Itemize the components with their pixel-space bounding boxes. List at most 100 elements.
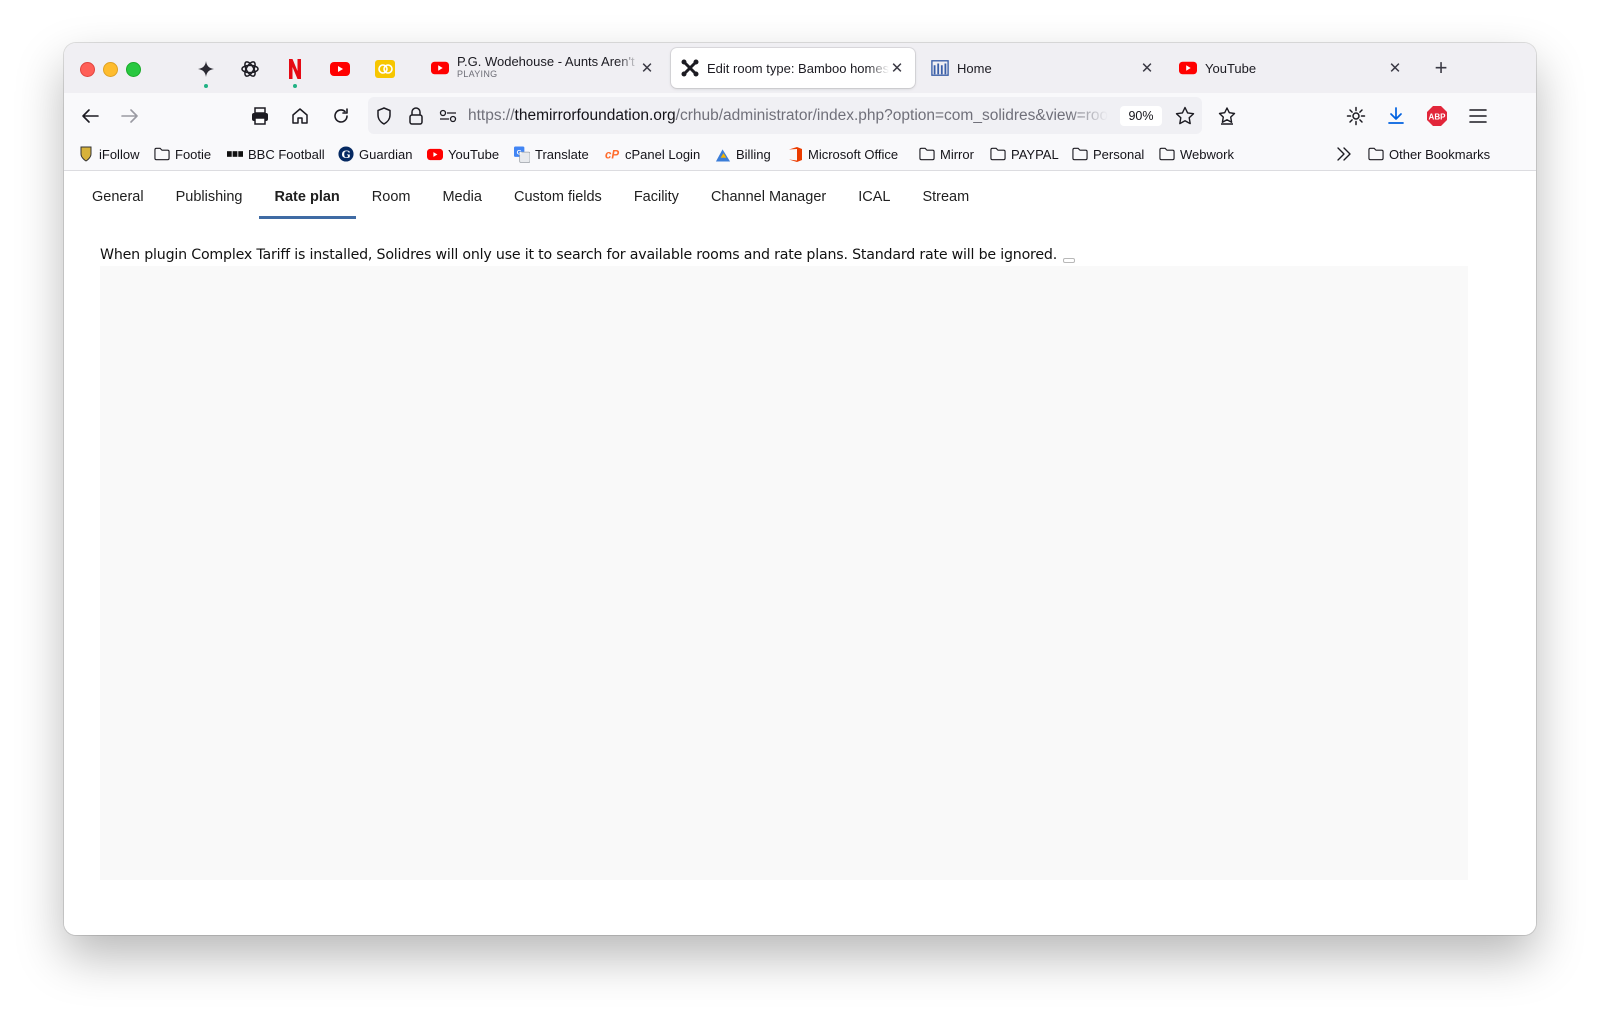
tab-rate-plan[interactable]: Rate plan — [258, 171, 357, 219]
tab-ical[interactable]: ICAL — [842, 171, 906, 217]
rate-plan-panel — [100, 266, 1468, 880]
close-window-button[interactable] — [80, 62, 95, 77]
pinned-tab-netflix[interactable] — [282, 56, 308, 88]
home-button[interactable] — [287, 103, 313, 129]
download-icon — [1388, 107, 1404, 124]
svg-text:ABP: ABP — [1429, 113, 1447, 122]
gear-icon — [1346, 106, 1366, 126]
gemini-icon — [198, 61, 214, 77]
pinned-tab-gemini[interactable] — [193, 56, 219, 88]
bookmark-billing[interactable]: Billing — [715, 146, 771, 162]
arrow-left-icon — [82, 109, 99, 123]
tab-home[interactable]: Home ✕ — [921, 48, 1165, 88]
reading-list-button[interactable] — [1214, 103, 1240, 129]
chatgpt-icon — [241, 61, 259, 77]
close-tab-icon[interactable]: ✕ — [1387, 59, 1403, 77]
bookmark-star-icon[interactable] — [1175, 106, 1195, 126]
folder-icon — [154, 146, 170, 162]
page-content: General Publishing Rate plan Room Media … — [64, 171, 1536, 935]
tab-channel-manager[interactable]: Channel Manager — [695, 171, 842, 217]
pinned-tab-youtube[interactable] — [327, 56, 353, 82]
tab-strip: P.G. Wodehouse - Aunts Aren't Gentlemen … — [64, 43, 1536, 93]
tab-media[interactable]: Media — [426, 171, 498, 217]
tab-youtube[interactable]: YouTube ✕ — [1169, 48, 1413, 88]
bookmark-cpanel[interactable]: cP cPanel Login — [604, 146, 700, 162]
minimize-window-button[interactable] — [103, 62, 118, 77]
adblock-plus-icon: ABP — [1427, 106, 1447, 126]
close-tab-icon[interactable]: ✕ — [639, 59, 655, 77]
svg-text:G: G — [517, 149, 522, 156]
folder-icon — [1159, 146, 1175, 162]
zoom-window-button[interactable] — [126, 62, 141, 77]
tab-room[interactable]: Room — [356, 171, 427, 217]
ifollow-icon — [78, 146, 94, 162]
youtube-icon — [427, 146, 443, 162]
arrow-right-icon — [121, 109, 138, 123]
youtube-icon — [1179, 59, 1197, 77]
print-button[interactable] — [247, 103, 273, 129]
bookmark-paypal[interactable]: PAYPAL — [990, 146, 1059, 162]
bookmark-bbc-football[interactable]: BBC Football — [227, 146, 325, 162]
guardian-icon: G — [338, 146, 354, 162]
folder-icon — [990, 146, 1006, 162]
close-tab-icon[interactable]: ✕ — [1139, 59, 1155, 77]
collapse-toggle[interactable] — [1063, 258, 1076, 263]
downloads-button[interactable] — [1383, 103, 1409, 129]
tab-facility[interactable]: Facility — [618, 171, 695, 217]
new-tab-button[interactable]: + — [1429, 56, 1453, 80]
home-icon — [292, 108, 308, 124]
tab-wodehouse[interactable]: P.G. Wodehouse - Aunts Aren't Gentlemen … — [421, 48, 665, 88]
room-type-tabs: General Publishing Rate plan Room Media … — [76, 171, 985, 219]
tab-stream[interactable]: Stream — [906, 171, 985, 217]
bookmark-footie[interactable]: Footie — [154, 146, 211, 162]
settings-button[interactable] — [1343, 103, 1369, 129]
ipcam-icon — [375, 60, 395, 78]
tab-title: Home — [957, 60, 992, 76]
site-permissions-icon[interactable] — [438, 106, 458, 126]
address-bar[interactable]: https://themirrorfoundation.org/crhub/ad… — [368, 97, 1202, 134]
bookmark-guardian[interactable]: G Guardian — [338, 146, 412, 162]
url-text[interactable]: https://themirrorfoundation.org/crhub/ad… — [468, 107, 1108, 125]
shield-icon[interactable] — [374, 106, 394, 126]
tab-title: YouTube — [1205, 60, 1257, 76]
translate-icon: G — [514, 146, 530, 163]
netflix-icon — [289, 59, 301, 79]
billing-icon — [715, 146, 731, 162]
reload-button[interactable] — [328, 103, 354, 129]
app-menu-button[interactable] — [1465, 103, 1491, 129]
pinned-tab-ipcam[interactable] — [372, 56, 398, 82]
tab-title: Edit room type: Bamboo homestay — [707, 60, 889, 76]
bookmark-webwork[interactable]: Webwork — [1159, 146, 1234, 162]
tab-custom-fields[interactable]: Custom fields — [498, 171, 618, 217]
back-button[interactable] — [77, 103, 103, 129]
tab-edit-room-type[interactable]: Edit room type: Bamboo homestay ✕ — [671, 48, 915, 88]
tab-playing-label: PLAYING — [457, 69, 498, 79]
printer-icon — [252, 107, 268, 125]
lock-icon[interactable] — [406, 106, 426, 126]
forward-button[interactable] — [117, 103, 143, 129]
url-path: /crhub/administrator/index.php?option=co… — [675, 107, 1108, 124]
office-icon — [787, 146, 803, 162]
tab-publishing[interactable]: Publishing — [160, 171, 259, 217]
bookmark-youtube[interactable]: YouTube — [427, 146, 499, 162]
hamburger-menu-icon — [1469, 109, 1487, 123]
youtube-icon — [431, 59, 449, 77]
svg-text:cP: cP — [605, 149, 619, 161]
adblock-plus-button[interactable]: ABP — [1424, 103, 1450, 129]
bookmark-personal[interactable]: Personal — [1072, 146, 1144, 162]
close-tab-icon[interactable]: ✕ — [889, 59, 905, 77]
bookmark-microsoft-office[interactable]: Microsoft Office — [787, 146, 898, 162]
bookmark-mirror[interactable]: Mirror — [919, 146, 974, 162]
folder-icon — [1072, 146, 1088, 162]
zoom-level-button[interactable]: 90% — [1120, 106, 1162, 126]
bookmark-translate[interactable]: G Translate — [514, 146, 589, 163]
browser-window: P.G. Wodehouse - Aunts Aren't Gentlemen … — [64, 43, 1536, 935]
folder-icon — [1368, 146, 1384, 162]
pinned-tab-chatgpt[interactable] — [237, 56, 263, 82]
tab-general[interactable]: General — [76, 171, 160, 217]
more-bookmarks-button[interactable] — [1336, 146, 1357, 162]
bookmark-ifollow[interactable]: iFollow — [78, 146, 139, 162]
other-bookmarks[interactable]: Other Bookmarks — [1368, 146, 1490, 162]
notice-text: When plugin Complex Tariff is installed,… — [100, 247, 1058, 263]
tab-title: P.G. Wodehouse - Aunts Aren't Gentlemen — [457, 56, 639, 68]
